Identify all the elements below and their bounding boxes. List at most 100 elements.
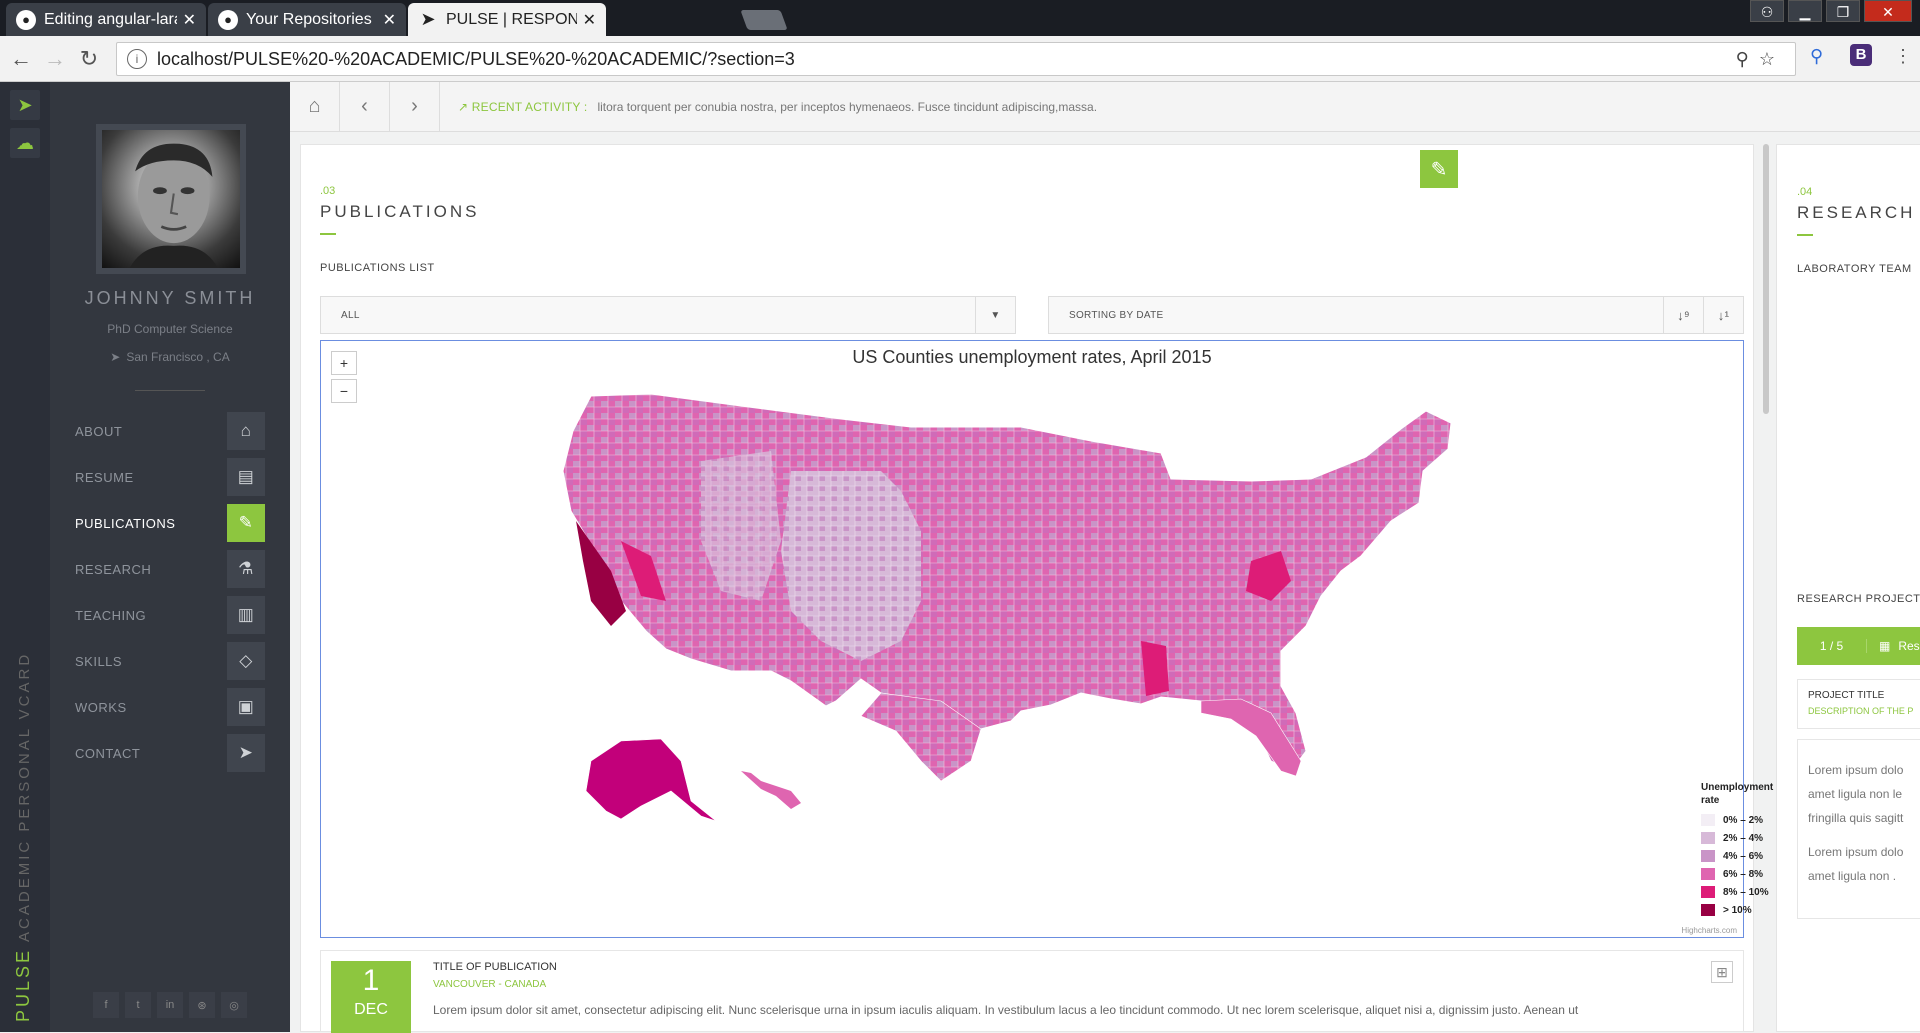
sort-numeric-desc-icon[interactable]: ↓¹ (1703, 297, 1743, 333)
edit-button[interactable]: ✎ (1420, 150, 1458, 188)
filter-value: ALL (341, 309, 360, 321)
recent-activity-label: ↗ RECENT ACTIVITY : (458, 100, 587, 114)
legend-item[interactable]: > 10% (1701, 901, 1773, 919)
project-text-line: amet ligula non . (1808, 869, 1897, 883)
home-icon: ⌂ (227, 412, 265, 450)
unemployment-map[interactable]: US Counties unemployment rates, April 20… (320, 340, 1773, 938)
nav-works[interactable]: WORKS ▣ (75, 688, 265, 726)
dribbble-icon[interactable]: ⊛ (189, 992, 215, 1018)
nav-resume[interactable]: RESUME ▤ (75, 458, 265, 496)
highcharts-credit[interactable]: Highcharts.com (1681, 926, 1737, 935)
nav-teaching[interactable]: TEACHING ▥ (75, 596, 265, 634)
nav-skills[interactable]: SKILLS ◇ (75, 642, 265, 680)
legend-label: 6% – 8% (1723, 868, 1764, 880)
archive-icon: ▣ (227, 688, 265, 726)
user-icon[interactable]: ⚇ (1750, 0, 1784, 22)
next-button[interactable]: › (390, 81, 440, 132)
forward-icon[interactable]: → (38, 46, 72, 72)
tab-label: Editing angular-laravel-le (44, 10, 177, 28)
pager-count: 1 / 5 (1797, 639, 1867, 653)
legend-label: 0% – 2% (1723, 814, 1764, 826)
pencil-icon: ✎ (227, 504, 265, 542)
zoom-icon[interactable]: ⚲ (1736, 49, 1759, 69)
close-window-icon[interactable]: ✕ (1864, 0, 1912, 22)
project-text-line: Lorem ipsum dolo (1808, 845, 1904, 859)
minimize-icon[interactable]: ▁ (1788, 0, 1822, 22)
browser-tab-1[interactable]: ● Editing angular-laravel-le ✕ (6, 3, 206, 36)
facebook-icon[interactable]: f (93, 992, 119, 1018)
legend-item[interactable]: 6% – 8% (1701, 865, 1773, 883)
sort-select[interactable]: SORTING BY DATE ↓⁹ ↓¹ (1048, 296, 1744, 334)
us-map-graphic (562, 393, 1452, 822)
nav-research[interactable]: RESEARCH ⚗ (75, 550, 265, 588)
project-description: DESCRIPTION OF THE P (1808, 706, 1914, 716)
research-button[interactable]: Res (1898, 639, 1919, 653)
cloud-download-icon[interactable]: ☁ (10, 128, 40, 158)
title-underline (1797, 234, 1813, 236)
project-text-line: Lorem ipsum dolo (1808, 763, 1904, 777)
publications-list-label: PUBLICATIONS LIST (320, 262, 435, 274)
vertical-brand: PULSE ACADEMIC PERSONAL VCARD (13, 652, 34, 1022)
recent-label-text: RECENT ACTIVITY : (471, 99, 588, 114)
legend-item[interactable]: 2% – 4% (1701, 829, 1773, 847)
expand-icon[interactable]: ⊞ (1711, 961, 1733, 983)
publication-body: Lorem ipsum dolor sit amet, consectetur … (433, 1003, 1579, 1017)
project-card-header: PROJECT TITLE DESCRIPTION OF THE P (1797, 679, 1920, 729)
close-tab-icon[interactable]: ✕ (383, 10, 396, 30)
nav-label: RESUME (75, 469, 134, 485)
address-bar-row: ← → ↻ i localhost/PULSE%20-%20ACADEMIC/P… (0, 36, 1920, 82)
browser-tab-3[interactable]: ➤ PULSE | RESPONSIVE ACA ✕ (408, 3, 606, 36)
window-controls: ⚇ ▁ ❐ ✕ (1750, 0, 1912, 22)
menu-icon[interactable]: ⋮ (1894, 46, 1912, 67)
title-underline (320, 233, 336, 235)
main-nav: ABOUT ⌂ RESUME ▤ PUBLICATIONS ✎ RESEARCH ⚗ T… (75, 412, 265, 780)
browser-tab-2[interactable]: ● Your Repositories ✕ (208, 3, 406, 36)
info-icon[interactable]: i (127, 49, 147, 69)
sort-numeric-asc-icon[interactable]: ↓⁹ (1663, 297, 1703, 333)
contiguous-us-shape (562, 393, 1452, 772)
nav-about[interactable]: ABOUT ⌂ (75, 412, 265, 450)
profile-location: ➤ San Francisco , CA (50, 350, 290, 364)
legend-item[interactable]: 4% – 6% (1701, 847, 1773, 865)
legend-swatch (1701, 904, 1715, 916)
nav-label: ABOUT (75, 423, 123, 439)
close-tab-icon[interactable]: ✕ (183, 10, 196, 30)
new-tab-button[interactable] (740, 10, 788, 30)
date-day: 1 (362, 964, 380, 997)
book-icon: ▥ (227, 596, 265, 634)
legend-item[interactable]: 0% – 2% (1701, 811, 1773, 829)
linkedin-icon[interactable]: in (157, 992, 183, 1018)
reload-icon[interactable]: ↻ (72, 46, 106, 72)
close-tab-icon[interactable]: ✕ (583, 10, 596, 30)
github-icon: ● (16, 9, 36, 30)
diamond-icon: ◇ (227, 642, 265, 680)
twitter-icon[interactable]: t (125, 992, 151, 1018)
github-icon[interactable]: ◎ (221, 992, 247, 1018)
nav-label: CONTACT (75, 745, 141, 761)
publication-date: 1 DEC (331, 961, 411, 1033)
prev-button[interactable]: ‹ (340, 81, 390, 132)
top-bar: ⌂ ‹ › ↗ RECENT ACTIVITY : litora torquen… (290, 81, 1920, 132)
chevron-down-icon[interactable]: ▼ (975, 297, 1015, 333)
filter-select[interactable]: ALL ▼ (320, 296, 1016, 334)
scrollbar[interactable] (1763, 144, 1769, 414)
send-icon[interactable]: ➤ (10, 90, 40, 120)
url-field[interactable]: i localhost/PULSE%20-%20ACADEMIC/PULSE%2… (116, 42, 1796, 76)
back-icon[interactable]: ← (4, 46, 38, 72)
home-button[interactable]: ⌂ (290, 81, 340, 132)
search-extension-icon[interactable]: ⚲ (1810, 46, 1823, 67)
legend-label: 2% – 4% (1723, 832, 1764, 844)
nav-contact[interactable]: CONTACT ➤ (75, 734, 265, 772)
restore-icon[interactable]: ❐ (1826, 0, 1860, 22)
section-title: PUBLICATIONS (320, 202, 480, 221)
legend-item[interactable]: 8% – 10% (1701, 883, 1773, 901)
divider (135, 390, 205, 391)
bootstrap-extension-icon[interactable]: B (1850, 44, 1872, 66)
nav-publications[interactable]: PUBLICATIONS ✎ (75, 504, 265, 542)
url-text[interactable]: localhost/PULSE%20-%20ACADEMIC/PULSE%20-… (157, 49, 1736, 70)
tab-label: Your Repositories (246, 10, 372, 28)
date-month: DEC (354, 1001, 388, 1018)
nav-label: SKILLS (75, 653, 123, 669)
star-icon[interactable]: ☆ (1759, 49, 1785, 69)
nav-label: PUBLICATIONS (75, 515, 176, 531)
